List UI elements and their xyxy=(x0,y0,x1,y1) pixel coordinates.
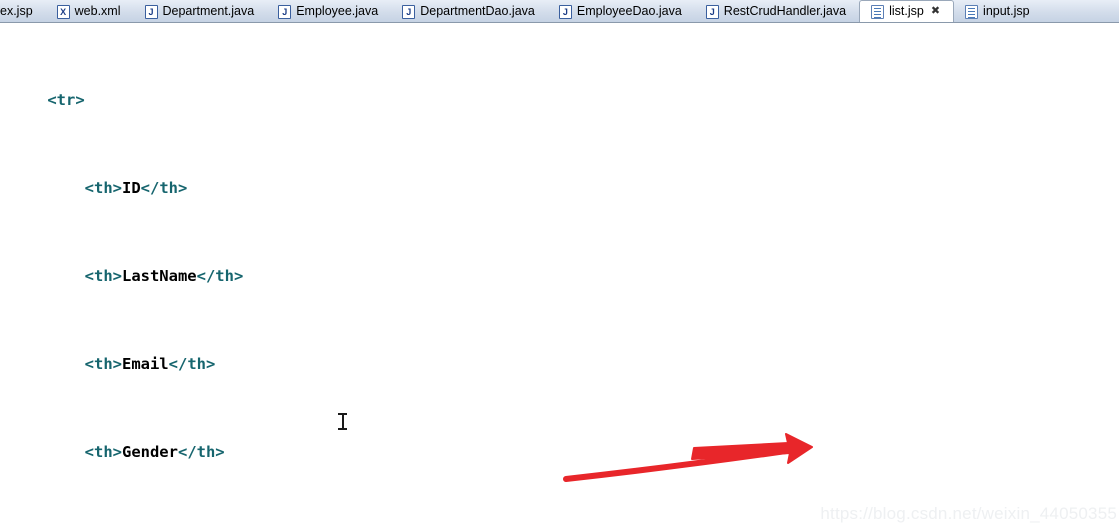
tab-label: RestCrudHandler.java xyxy=(723,4,847,19)
tab-label: DepartmentDao.java xyxy=(420,4,535,19)
code-token: </th> xyxy=(196,267,244,285)
code-editor-pane[interactable]: <tr> <th>ID</th> <th>LastName</th> <th>E… xyxy=(0,23,1119,530)
jsp-file-icon xyxy=(871,4,885,19)
java-file-icon: J xyxy=(705,4,719,19)
jsp-file-icon xyxy=(965,4,979,19)
code-token: Email xyxy=(121,355,169,373)
tab-label: EmployeeDao.java xyxy=(576,4,682,19)
tab-label: Employee.java xyxy=(296,4,379,19)
tab-list-jsp[interactable]: list.jsp ✖ xyxy=(859,0,955,22)
tab-label: Department.java xyxy=(162,4,255,19)
code-line[interactable]: <th>ID</th> xyxy=(0,177,1119,199)
code-line[interactable]: <tr> xyxy=(0,89,1119,111)
close-icon[interactable]: ✖ xyxy=(931,6,940,17)
java-file-icon: J xyxy=(144,4,158,19)
code-token: ID xyxy=(121,179,141,197)
code-token: </th> xyxy=(177,443,225,461)
code-token: <th> xyxy=(10,179,122,197)
code-line[interactable]: <th>LastName</th> xyxy=(0,265,1119,287)
java-file-icon: J xyxy=(558,4,572,19)
tab-label: list.jsp xyxy=(889,4,924,19)
code-token: LastName xyxy=(121,267,197,285)
code-token: </th> xyxy=(140,179,188,197)
code-line[interactable]: <th>Email</th> xyxy=(0,353,1119,375)
tab-departmentdao-java[interactable]: J DepartmentDao.java xyxy=(391,0,548,22)
tab-label: ex.jsp xyxy=(0,4,33,19)
xml-file-icon: X xyxy=(56,4,70,19)
editor-tab-bar: ex.jsp X web.xml J Department.java J Emp… xyxy=(0,0,1119,23)
java-file-icon: J xyxy=(278,4,292,19)
watermark-url: https://blog.csdn.net/weixin_44050355 xyxy=(820,504,1117,523)
code-token: <th> xyxy=(10,267,122,285)
code-token: Gender xyxy=(121,443,178,461)
tab-web-xml[interactable]: X web.xml xyxy=(46,0,134,22)
tab-input-jsp[interactable]: input.jsp xyxy=(954,0,1043,22)
tab-label: web.xml xyxy=(74,4,121,19)
tab-restcrudhandler-java[interactable]: J RestCrudHandler.java xyxy=(695,0,859,22)
code-token: <th> xyxy=(10,443,122,461)
code-line[interactable]: <th>Gender</th> xyxy=(0,441,1119,463)
source-code[interactable]: <tr> <th>ID</th> <th>LastName</th> <th>E… xyxy=(0,23,1119,530)
tab-employeedao-java[interactable]: J EmployeeDao.java xyxy=(548,0,695,22)
java-file-icon: J xyxy=(402,4,416,19)
tab-employee-java[interactable]: J Employee.java xyxy=(267,0,391,22)
tab-ex-jsp[interactable]: ex.jsp xyxy=(0,0,46,22)
tab-department-java[interactable]: J Department.java xyxy=(134,0,268,22)
code-token: <tr> xyxy=(10,91,85,109)
code-token: <th> xyxy=(10,355,122,373)
tab-label: input.jsp xyxy=(983,4,1030,19)
code-token: </th> xyxy=(168,355,216,373)
